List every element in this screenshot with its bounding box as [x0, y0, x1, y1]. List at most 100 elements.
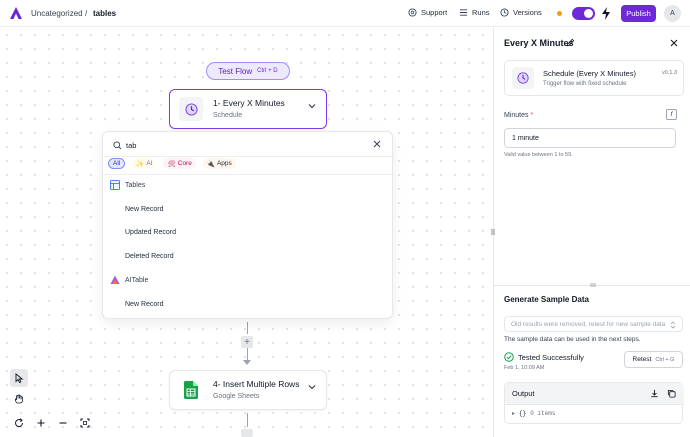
tools-icon: 🛠 [167, 160, 176, 168]
plug-icon: 🔌 [206, 160, 215, 168]
versions-button[interactable]: Versions [500, 8, 542, 17]
step-title: 1- Every X Minutes [213, 98, 285, 108]
result-label: Deleted Record [125, 252, 174, 260]
zoom-out-button[interactable] [54, 414, 72, 432]
minutes-label-text: Minutes [504, 112, 529, 119]
expand-arrow-icon[interactable]: ▸ [512, 410, 515, 417]
fit-view-button[interactable] [76, 414, 94, 432]
test-timestamp: Feb 1, 10:09 AM [504, 365, 545, 371]
aitable-icon [110, 275, 120, 284]
filter-label: Core [177, 160, 192, 167]
flow-enabled-toggle[interactable] [572, 7, 595, 20]
formula-toggle-button[interactable]: f [666, 109, 677, 120]
minutes-input[interactable] [504, 128, 676, 148]
support-label: Support [421, 8, 448, 17]
retest-button[interactable]: Retest Ctrl + G [624, 351, 683, 368]
required-mark: * [530, 112, 534, 119]
avatar[interactable]: A [664, 5, 681, 22]
sample-data-select-value: Old results were removed, retest for new… [511, 320, 666, 328]
google-sheets-icon [179, 378, 203, 402]
output-preview[interactable]: ▸ {} 0 items [512, 410, 555, 417]
output-label: Output [512, 389, 535, 398]
table-icon [110, 180, 120, 190]
trigger-description: Trigger flow with fixed schedule [543, 81, 627, 87]
chevron-down-icon[interactable] [308, 383, 316, 391]
add-step-button[interactable]: + [241, 336, 253, 348]
step-card-trigger[interactable]: 1- Every X Minutes Schedule [169, 89, 327, 129]
pointer-icon [15, 373, 24, 383]
picker-search-input[interactable] [126, 138, 366, 152]
app-logo-icon[interactable] [9, 6, 23, 20]
panel-title: Every X Minutes [504, 38, 574, 48]
result-label: New Record [125, 205, 164, 213]
result-item[interactable]: New Record [103, 199, 394, 219]
sample-data-select[interactable]: Old results were removed, retest for new… [504, 316, 683, 332]
step-card-insert-rows[interactable]: 4- Insert Multiple Rows Google Sheets [169, 370, 327, 410]
publish-button[interactable]: Publish [621, 5, 656, 22]
fit-screen-icon [80, 418, 90, 428]
result-item[interactable]: Updated Record [103, 222, 394, 242]
minutes-label: Minutes * [504, 112, 533, 119]
resize-handle-icon[interactable] [590, 282, 596, 288]
step-subtitle: Schedule [213, 112, 243, 119]
result-group-tables[interactable]: Tables [103, 175, 394, 195]
chevron-down-icon[interactable] [308, 102, 316, 110]
step-settings-panel: Every X Minutes Schedule (Every X Minute… [490, 28, 690, 437]
minutes-hint: Valid value between 1 to 59. [504, 152, 573, 158]
minus-icon [59, 422, 67, 424]
hand-icon [15, 394, 23, 404]
sparkles-icon: ✨ [136, 160, 145, 168]
trigger-version: v0.1.3 [662, 70, 677, 76]
add-step-button[interactable] [241, 429, 253, 437]
close-icon[interactable] [373, 140, 381, 148]
breadcrumb-flow-name[interactable]: tables [93, 9, 116, 18]
unsaved-indicator [557, 11, 562, 16]
test-flow-button[interactable]: Test Flow Ctrl + D [206, 62, 290, 80]
breadcrumb-separator: / [85, 9, 88, 18]
pan-mode-button[interactable] [10, 390, 28, 408]
sample-data-note: The sample data can be used in the next … [504, 336, 641, 343]
test-flow-label: Test Flow [218, 66, 253, 76]
select-mode-button[interactable] [10, 369, 28, 387]
zoom-in-button[interactable] [32, 414, 50, 432]
list-icon [459, 9, 468, 16]
result-group-aitable[interactable]: AITable [103, 270, 394, 290]
connector-line [247, 322, 248, 334]
filter-chip-ai[interactable]: ✨ AI [132, 158, 157, 169]
output-items-count: 0 items [530, 410, 556, 417]
top-bar: Uncategorized / tables Support Runs Vers… [0, 0, 690, 27]
result-item[interactable]: Deleted Record [103, 246, 394, 266]
arrow-down-icon [243, 360, 251, 365]
retest-shortcut: Ctrl + G [655, 356, 675, 363]
retest-label: Retest [632, 356, 652, 363]
sample-data-title: Generate Sample Data [504, 295, 589, 304]
filter-chip-apps[interactable]: 🔌 Apps [202, 158, 236, 169]
breadcrumb-folder[interactable]: Uncategorized [31, 9, 83, 18]
pencil-icon[interactable] [566, 38, 575, 47]
filter-chip-all[interactable]: All [108, 158, 126, 169]
result-label: New Record [125, 300, 164, 308]
support-button[interactable]: Support [408, 8, 447, 17]
filter-label: AI [146, 160, 153, 167]
filter-chip-core[interactable]: 🛠 Core [163, 158, 196, 169]
connector-line [247, 413, 248, 427]
history-icon [500, 8, 509, 17]
close-icon[interactable] [670, 39, 678, 47]
schedule-icon [179, 97, 203, 121]
copy-icon[interactable] [667, 389, 676, 398]
download-icon[interactable] [650, 389, 659, 398]
test-status: Tested Successfully [504, 352, 584, 362]
reset-view-button[interactable] [10, 414, 28, 432]
resize-handle-icon[interactable] [490, 228, 496, 236]
chevron-updown-icon [670, 321, 676, 329]
output-brace: {} [519, 410, 527, 417]
runs-label: Runs [472, 8, 490, 17]
lightning-icon[interactable] [601, 7, 611, 20]
step-subtitle: Google Sheets [213, 393, 260, 400]
test-status-label: Tested Successfully [518, 352, 584, 362]
runs-button[interactable]: Runs [459, 8, 490, 17]
result-item[interactable]: New Record [103, 294, 394, 314]
plus-icon [37, 419, 45, 427]
trigger-info-card: Schedule (Every X Minutes) Trigger flow … [504, 60, 684, 96]
versions-label: Versions [513, 8, 542, 17]
